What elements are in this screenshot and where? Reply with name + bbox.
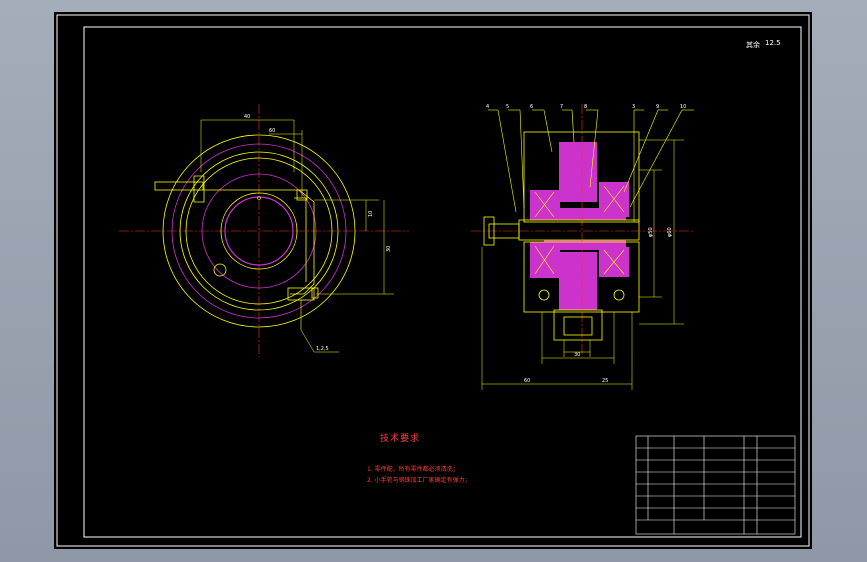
- dim-left-0: 40: [244, 114, 250, 120]
- dim-right-4: φ50: [648, 227, 654, 237]
- leader-label: 1,2,5: [316, 346, 329, 352]
- dim-right-3: φ60: [667, 227, 673, 237]
- balloon-4: 4: [486, 104, 489, 110]
- dim-left-1: 60: [269, 128, 275, 134]
- balloon-5: 5: [506, 104, 509, 110]
- dim-left-2: 10: [368, 211, 374, 217]
- balloon-8: 8: [584, 104, 587, 110]
- balloon-10: 10: [680, 104, 686, 110]
- balloon-7: 7: [560, 104, 563, 110]
- tech-note-1: 1. 零件配，所有零件都必须清洗；: [367, 466, 459, 473]
- right-view: [471, 104, 694, 390]
- roughness-value: 12.5: [765, 39, 781, 47]
- balloon-9: 9: [656, 104, 659, 110]
- roughness-label: 其余: [746, 41, 760, 49]
- title-block: [635, 435, 796, 535]
- dim-right-2: 30: [574, 352, 580, 358]
- balloon-6: 6: [530, 104, 533, 110]
- left-view: [119, 104, 409, 357]
- tech-note-2: 2. 小手轮与钢珠加工厂家确定有弹力；: [367, 477, 471, 484]
- dim-right-1: 25: [602, 378, 608, 384]
- dim-right-0: 60: [524, 378, 530, 384]
- drawing-sheet: 4 5 6 7 8 3 9 10 40 60 10 30 60 25 30 φ60 φ50 1,2,5 技术要求 …: [54, 12, 812, 549]
- tech-requirements-title: 技术要求: [380, 434, 421, 444]
- balloon-3: 3: [632, 104, 635, 110]
- dim-left-3: 30: [386, 246, 392, 252]
